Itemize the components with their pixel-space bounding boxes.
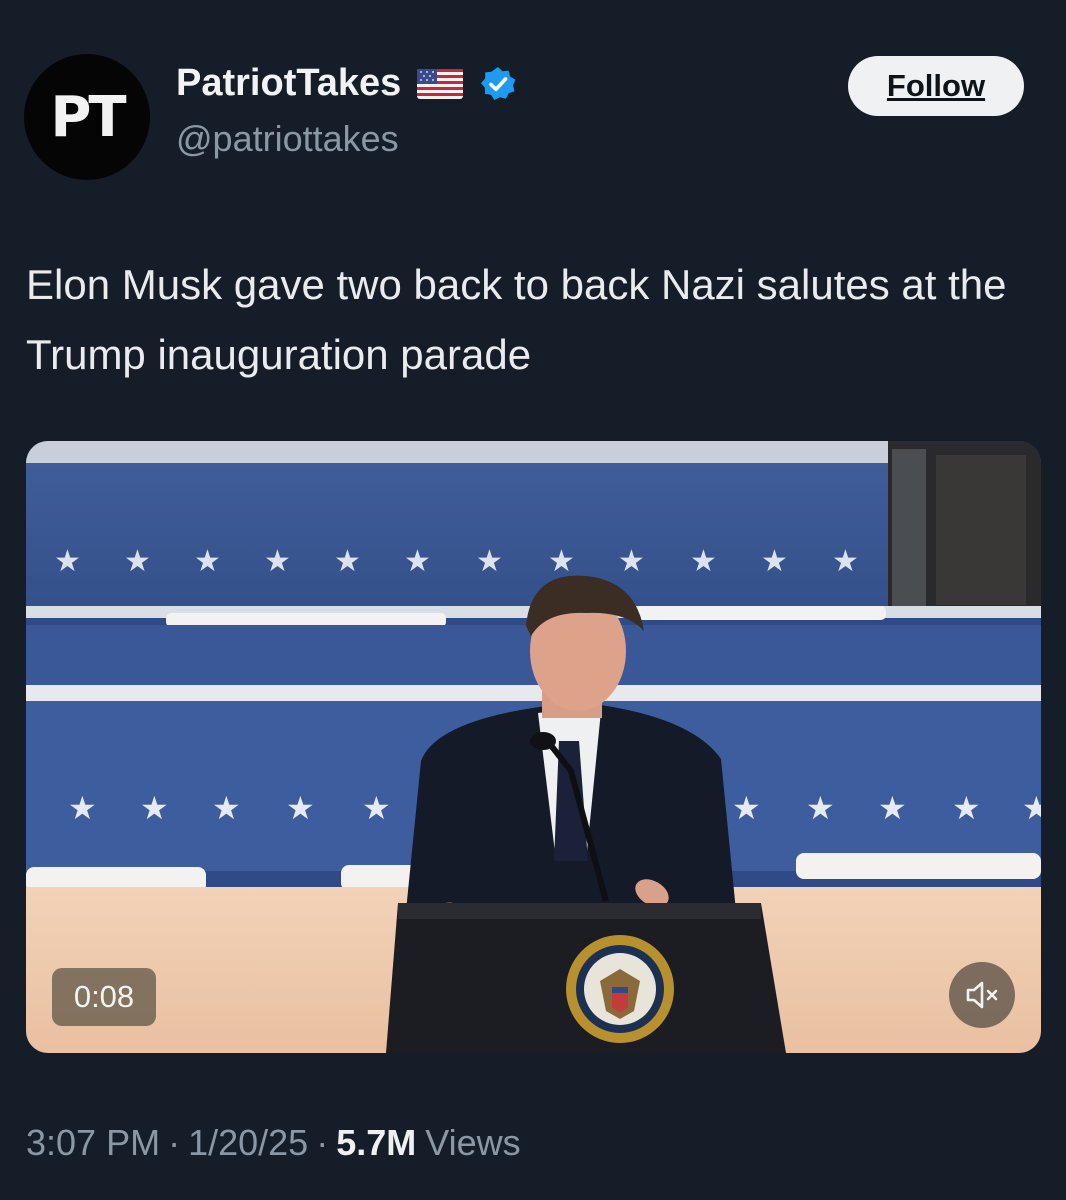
avatar[interactable]: PT — [24, 54, 150, 180]
tweet-text: Elon Musk gave two back to back Nazi sal… — [26, 261, 1007, 378]
svg-text:★: ★ — [212, 789, 241, 827]
video-duration: 0:08 — [52, 968, 156, 1026]
svg-text:★: ★ — [806, 789, 835, 827]
svg-text:★: ★ — [286, 789, 315, 827]
svg-text:★: ★ — [878, 789, 907, 827]
handle[interactable]: @patriottakes — [176, 118, 399, 160]
video-player[interactable]: ★ ★ ★ ★ ★ ★ ★ ★ ★ ★ ★ ★ ★ ★ ★ ★ ★ ★ ★ ★ ★ ★ — [26, 441, 1041, 1053]
tweet-time[interactable]: 3:07 PM — [26, 1122, 160, 1164]
display-name[interactable]: PatriotTakes — [176, 62, 401, 105]
views-label: Views — [425, 1122, 521, 1163]
svg-text:★: ★ — [832, 544, 859, 579]
volume-muted-icon — [966, 981, 998, 1009]
svg-text:★: ★ — [68, 789, 97, 827]
name-row: PatriotTakes — [176, 62, 517, 105]
svg-text:★: ★ — [404, 544, 431, 579]
tweet-header: PT PatriotTakes @patriottakes Follow — [24, 40, 1024, 180]
mute-toggle-button[interactable] — [949, 962, 1015, 1028]
svg-text:★: ★ — [732, 789, 761, 827]
svg-text:★: ★ — [264, 544, 291, 579]
svg-text:★: ★ — [548, 544, 575, 579]
svg-text:★: ★ — [761, 544, 788, 579]
video-frame: ★ ★ ★ ★ ★ ★ ★ ★ ★ ★ ★ ★ ★ ★ ★ ★ ★ ★ ★ ★ ★ ★ — [26, 441, 1041, 1053]
us-flag-icon — [417, 68, 464, 99]
svg-text:★: ★ — [618, 544, 645, 579]
views-count: 5.7M — [336, 1122, 417, 1163]
svg-text:★: ★ — [690, 544, 717, 579]
svg-text:★: ★ — [476, 544, 503, 579]
verified-badge-icon — [481, 66, 516, 100]
svg-text:★: ★ — [334, 544, 361, 579]
svg-text:★: ★ — [54, 544, 81, 579]
svg-text:★: ★ — [140, 789, 169, 827]
meta-separator: · — [168, 1122, 181, 1163]
meta-separator: · — [316, 1122, 329, 1163]
tweet-meta: 3:07 PM · 1/20/25 · 5.7M Views — [26, 1122, 521, 1164]
follow-button[interactable]: Follow — [848, 56, 1024, 116]
svg-text:★: ★ — [362, 789, 391, 827]
avatar-logo: PT — [50, 84, 126, 150]
svg-text:★: ★ — [194, 544, 221, 579]
tweet-date[interactable]: 1/20/25 — [188, 1122, 308, 1164]
svg-text:★: ★ — [952, 789, 981, 827]
svg-text:★: ★ — [124, 544, 151, 579]
svg-text:★: ★ — [1022, 789, 1041, 827]
